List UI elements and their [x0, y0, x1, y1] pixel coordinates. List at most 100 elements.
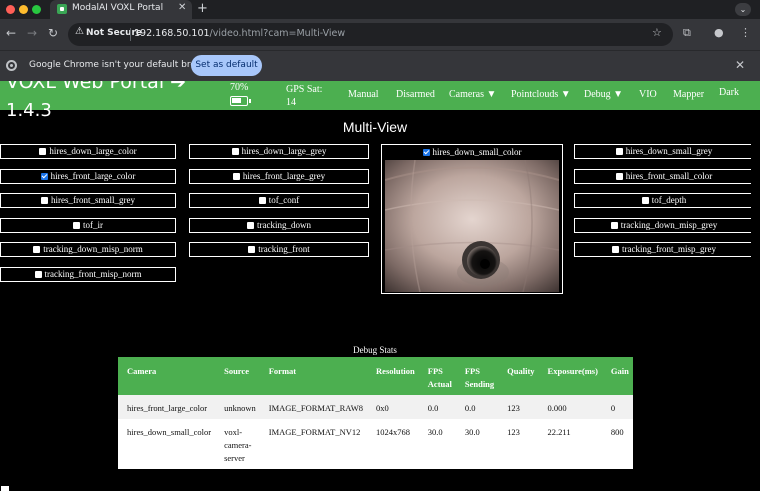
- gps-label: GPS Sat:: [286, 84, 323, 95]
- camera-checkbox[interactable]: [248, 246, 256, 253]
- portal-brand[interactable]: VOXL Web Portal ➔: [6, 81, 186, 93]
- address-bar[interactable]: ⚠ Not Secure 192.168.50.101/video.html?c…: [68, 23, 673, 46]
- cell-format: IMAGE_FORMAT_RAW8: [259, 395, 368, 419]
- camera-label: tracking_down: [257, 220, 311, 230]
- camera-checkbox[interactable]: [33, 246, 41, 253]
- camera-label: hires_front_large_color: [50, 171, 136, 181]
- camera-checkbox[interactable]: [232, 173, 240, 180]
- bookmark-star-icon[interactable]: ☆: [652, 26, 662, 39]
- camera-toggle-tracking-front-misp-grey[interactable]: tracking_front_misp_grey: [574, 242, 754, 257]
- nav-vio[interactable]: VIO: [639, 89, 657, 100]
- table-row: hires_front_large_color unknown IMAGE_FO…: [118, 395, 633, 419]
- camera-checkbox[interactable]: [41, 197, 48, 204]
- browser-toolbar: ← → ↻ ⚠ Not Secure 192.168.50.101/video.…: [0, 19, 760, 50]
- dark-mode-toggle[interactable]: Dark: [719, 87, 739, 98]
- cell-source: unknown: [215, 395, 260, 419]
- camera-toggle-hires-front-large-color[interactable]: hires_front_large_color: [0, 169, 176, 184]
- camera-toggle-tof-conf[interactable]: tof_conf: [189, 193, 369, 208]
- warning-icon[interactable]: ⚠: [75, 26, 84, 37]
- camera-checkbox[interactable]: [73, 222, 80, 229]
- chrome-logo-icon: [6, 60, 17, 71]
- camera-toggle-hires-front-large-grey[interactable]: hires_front_large_grey: [189, 169, 369, 184]
- camera-toggle-tracking-front-misp-norm[interactable]: tracking_front_misp_norm: [0, 267, 176, 282]
- url-text[interactable]: 192.168.50.101/video.html?cam=Multi-View: [134, 28, 345, 39]
- col-format: Format: [259, 357, 368, 395]
- camera-checkbox[interactable]: [641, 197, 649, 204]
- cell-gain: 0: [601, 395, 633, 419]
- cell-fps-actual: 30.0: [418, 419, 456, 469]
- camera-checkbox[interactable]: [615, 148, 623, 155]
- camera-checkbox[interactable]: [231, 148, 239, 155]
- favicon-icon: [57, 4, 67, 14]
- nav-disarmed[interactable]: Disarmed: [396, 89, 435, 100]
- browser-tab[interactable]: ModalAI VOXL Portal ✕: [50, 0, 192, 19]
- camera-checkbox[interactable]: [610, 222, 618, 229]
- corner-checkbox[interactable]: [1, 486, 9, 491]
- forward-arrow-icon[interactable]: →: [27, 26, 37, 40]
- cell-quality: 123: [498, 395, 539, 419]
- camera-label: hires_down_small_color: [432, 147, 522, 157]
- nav-debug[interactable]: Debug ▼: [584, 89, 623, 100]
- camera-toggle-hires-down-small-grey[interactable]: hires_down_small_grey: [574, 144, 754, 159]
- cell-fps-sending: 30.0: [455, 419, 499, 469]
- battery-percent: 70%: [230, 82, 249, 93]
- page-scrollbar[interactable]: [751, 112, 760, 491]
- close-window-button[interactable]: [6, 5, 15, 14]
- cell-source: voxl-camera-server: [215, 419, 260, 469]
- infobar-close-icon[interactable]: ✕: [735, 58, 745, 72]
- nav-cameras[interactable]: Cameras ▼: [449, 89, 496, 100]
- cell-gain: 800: [601, 419, 633, 469]
- cell-fps-sending: 0.0: [455, 395, 499, 419]
- battery-icon: [230, 96, 251, 106]
- tab-search-icon[interactable]: ⌄: [735, 3, 751, 16]
- cell-camera: hires_front_large_color: [118, 395, 216, 419]
- camera-toggle-tof-depth[interactable]: tof_depth: [574, 193, 754, 208]
- profile-icon[interactable]: ●: [714, 26, 724, 39]
- col-fps-sending: FPS Sending: [455, 357, 499, 395]
- tab-close-icon[interactable]: ✕: [178, 2, 186, 13]
- camera-toggle-tof-ir[interactable]: tof_ir: [0, 218, 176, 233]
- camera-toggle-tracking-front[interactable]: tracking_front: [189, 242, 369, 257]
- set-as-default-button[interactable]: Set as default: [191, 55, 262, 76]
- back-arrow-icon[interactable]: ←: [6, 26, 16, 40]
- camera-checkbox[interactable]: [422, 149, 430, 156]
- browser-tab-bar: ModalAI VOXL Portal ✕ + ⌄: [0, 0, 760, 19]
- reload-icon[interactable]: ↻: [48, 26, 58, 40]
- portal-navbar: VOXL Web Portal ➔ 70% GPS Sat: 14 Manual…: [0, 81, 760, 110]
- camera-checkbox[interactable]: [34, 271, 42, 278]
- camera-toggle-hires-down-large-grey[interactable]: hires_down_large_grey: [189, 144, 369, 159]
- extensions-icon[interactable]: ⧉: [683, 26, 691, 40]
- address-separator: [130, 28, 131, 41]
- camera-label: tof_conf: [268, 195, 300, 205]
- camera-toggle-center[interactable]: hires_down_small_color: [382, 145, 562, 159]
- col-exposure: Exposure(ms): [538, 357, 602, 395]
- camera-toggle-hires-front-small-grey[interactable]: hires_front_small_grey: [0, 193, 176, 208]
- cell-exposure: 22.211: [538, 419, 602, 469]
- camera-toggle-tracking-down-misp-grey[interactable]: tracking_down_misp_grey: [574, 218, 754, 233]
- camera-label: hires_down_small_grey: [625, 146, 713, 156]
- maximize-window-button[interactable]: [32, 5, 41, 14]
- new-tab-icon[interactable]: +: [197, 1, 208, 16]
- col-fps-actual: FPS Actual: [418, 357, 456, 395]
- camera-checkbox[interactable]: [40, 173, 48, 180]
- cell-camera: hires_down_small_color: [118, 419, 216, 469]
- cell-quality: 123: [498, 419, 539, 469]
- nav-mapper[interactable]: Mapper: [673, 89, 704, 100]
- menu-kebab-icon[interactable]: ⋮: [740, 26, 751, 39]
- camera-checkbox[interactable]: [615, 173, 623, 180]
- camera-toggle-tracking-down-misp-norm[interactable]: tracking_down_misp_norm: [0, 242, 176, 257]
- camera-toggle-hires-down-large-color[interactable]: hires_down_large_color: [0, 144, 176, 159]
- camera-toggle-hires-front-small-color[interactable]: hires_front_small_color: [574, 169, 754, 184]
- camera-checkbox[interactable]: [247, 222, 254, 229]
- camera-toggle-tracking-down[interactable]: tracking_down: [189, 218, 369, 233]
- camera-label: tracking_down_misp_grey: [620, 220, 718, 230]
- camera-label: hires_down_large_color: [49, 146, 137, 156]
- camera-label: tracking_front: [258, 244, 310, 254]
- nav-manual[interactable]: Manual: [348, 89, 379, 100]
- camera-checkbox[interactable]: [39, 148, 47, 155]
- url-host: 192.168.50.101: [134, 28, 210, 39]
- camera-checkbox[interactable]: [612, 246, 619, 253]
- nav-pointclouds[interactable]: Pointclouds ▼: [511, 89, 571, 100]
- camera-checkbox[interactable]: [258, 197, 266, 204]
- minimize-window-button[interactable]: [19, 5, 28, 14]
